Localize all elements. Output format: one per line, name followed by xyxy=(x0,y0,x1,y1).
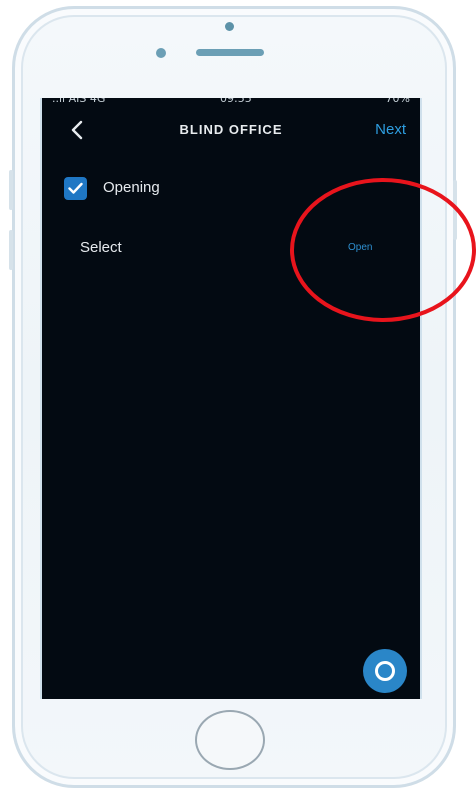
status-battery: 70% xyxy=(385,98,410,105)
front-camera-dot xyxy=(156,48,166,58)
red-annotation-circle xyxy=(290,178,476,322)
status-carrier: ..ll AIS 4G xyxy=(52,98,106,105)
side-button-left-2 xyxy=(9,230,13,270)
home-button[interactable] xyxy=(195,710,265,770)
front-sensor-dot xyxy=(225,22,234,31)
select-label: Select xyxy=(80,239,122,256)
stage: ..ll AIS 4G 09:55 70% BLIND OFFICE Next … xyxy=(0,0,476,794)
next-button[interactable]: Next xyxy=(375,121,406,138)
status-bar: ..ll AIS 4G 09:55 70% xyxy=(42,98,420,106)
side-button-left-1 xyxy=(9,170,13,210)
checkmark-icon xyxy=(68,182,83,194)
opening-checkbox[interactable] xyxy=(64,177,87,200)
status-time: 09:55 xyxy=(220,98,252,105)
alexa-button[interactable] xyxy=(363,649,407,693)
page-title: BLIND OFFICE xyxy=(179,122,283,137)
opening-label: Opening xyxy=(103,179,160,196)
earpiece-speaker xyxy=(196,49,264,56)
alexa-ring-icon xyxy=(375,661,395,681)
